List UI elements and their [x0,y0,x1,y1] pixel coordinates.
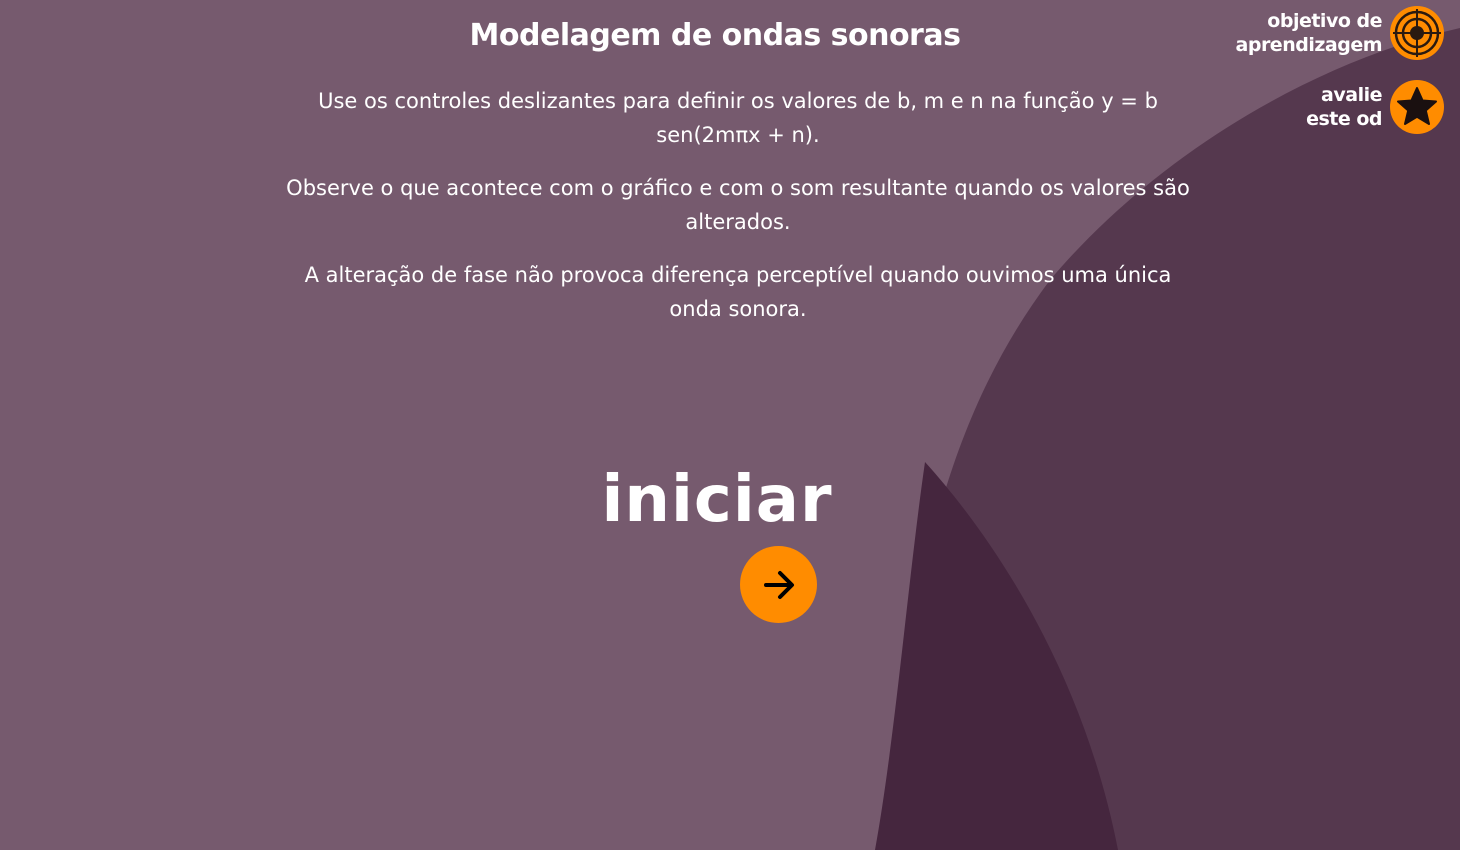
learning-objective-label-line-1: objetivo de [1267,10,1382,32]
learning-objective-label-line-2: aprendizagem [1235,34,1383,56]
rate-object-button[interactable]: avalie este od [1236,80,1444,134]
page-title: Modelagem de ondas sonoras [469,18,961,53]
star-icon[interactable] [1390,80,1444,134]
rate-object-label-line-2: este od [1306,108,1382,130]
star-icon-graphic [1397,87,1437,125]
start-button[interactable] [740,546,817,623]
corner-menu: objetivo de aprendizagem avalie este od [1236,6,1444,134]
start-label[interactable]: iniciar [600,462,834,538]
rate-object-label-line-1: avalie [1321,84,1382,106]
instruction-paragraph-2: Observe o que acontece com o gráfico e c… [286,176,1190,234]
arrow-right-icon [763,570,794,599]
target-icon-graphic [1393,9,1441,57]
rate-object-label: avalie este od [1306,83,1382,131]
target-icon[interactable] [1390,6,1444,60]
instructions: Use os controles deslizantes para defini… [278,84,1198,345]
learning-objective-label: objetivo de aprendizagem [1235,9,1383,57]
learning-objective-button[interactable]: objetivo de aprendizagem [1236,6,1444,60]
instruction-paragraph-1: Use os controles deslizantes para defini… [318,89,1158,147]
instruction-paragraph-3: A alteração de fase não provoca diferenç… [304,263,1172,321]
